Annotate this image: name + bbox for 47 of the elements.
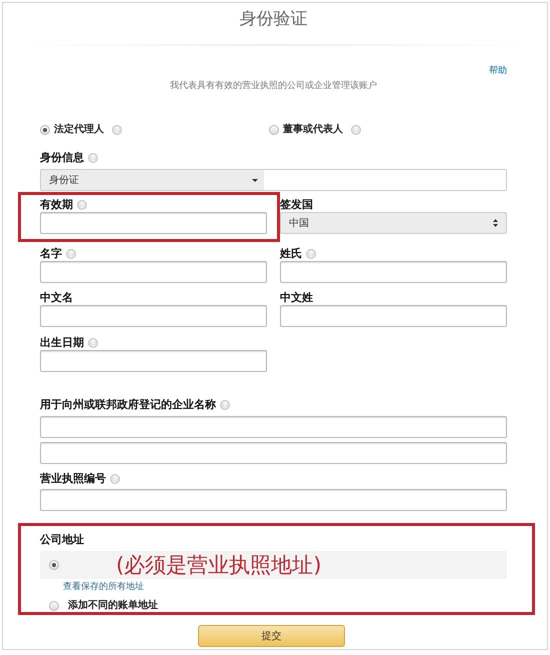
id-type-select[interactable]: 身份证 <box>40 169 507 191</box>
help-icon[interactable] <box>110 474 120 484</box>
help-icon[interactable] <box>112 125 122 135</box>
field-label: 中文姓 <box>280 292 313 304</box>
updown-caret-icon <box>493 219 498 227</box>
radio-label: 添加不同的账单地址 <box>68 600 158 612</box>
submit-button[interactable]: 提交 <box>198 625 345 647</box>
radio-label: 董事或代表人 <box>283 124 343 136</box>
page-title: 身份验证 <box>238 8 308 30</box>
input-field[interactable] <box>40 261 267 283</box>
field-label: 有效期 <box>40 199 73 211</box>
input-field[interactable] <box>40 489 507 511</box>
help-icon[interactable] <box>88 153 98 163</box>
help-icon[interactable] <box>306 249 316 259</box>
field-label: 名字 <box>40 248 62 260</box>
input-field[interactable] <box>280 261 507 283</box>
input-field[interactable] <box>40 305 267 327</box>
input-field[interactable] <box>40 212 267 234</box>
input-field[interactable] <box>40 442 507 464</box>
help-icon[interactable] <box>220 400 230 410</box>
input-field[interactable] <box>40 416 507 438</box>
field-label: 姓氏 <box>280 248 302 260</box>
saved-address-option[interactable]: (必须是营业执照地址) <box>40 551 507 579</box>
help-icon[interactable] <box>351 125 361 135</box>
help-link[interactable]: 帮助 <box>489 66 507 77</box>
field-label: 出生日期 <box>40 337 84 349</box>
radio-button[interactable] <box>49 560 59 570</box>
radio-button[interactable] <box>49 601 59 611</box>
field-label: 身份信息 <box>40 152 84 164</box>
caret-icon <box>252 178 258 182</box>
radio-button[interactable] <box>269 125 279 135</box>
subtitle: 我代表具有有效的营业执照的公司或企业管理该账户 <box>169 81 378 92</box>
input-field[interactable] <box>40 350 267 372</box>
country-select[interactable]: 中国 <box>280 212 507 234</box>
field-label: 公司地址 <box>40 534 84 546</box>
field-label: 营业执照编号 <box>40 473 106 485</box>
radio-label: 法定代理人 <box>54 124 104 136</box>
field-label: 用于向州或联邦政府登记的企业名称 <box>40 399 216 411</box>
radio-button[interactable] <box>40 125 50 135</box>
help-icon[interactable] <box>66 249 76 259</box>
help-icon[interactable] <box>77 200 87 210</box>
input-field[interactable] <box>280 305 507 327</box>
help-icon[interactable] <box>88 338 98 348</box>
field-label: 签发国 <box>280 199 313 211</box>
annotation-text: (必须是营业执照地址) <box>116 552 322 578</box>
view-addresses-link[interactable]: 查看保存的所有地址 <box>63 582 144 593</box>
field-label: 中文名 <box>40 292 73 304</box>
